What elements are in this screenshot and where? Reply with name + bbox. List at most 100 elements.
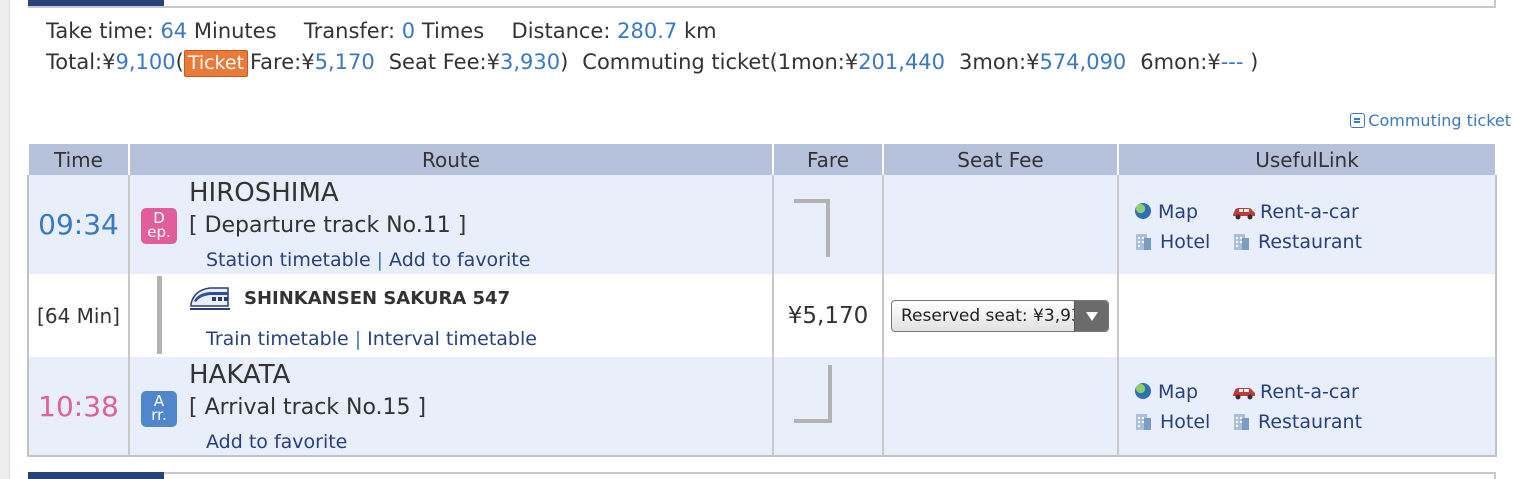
arrival-seat-cell [882, 357, 1118, 456]
commuting-label: Commuting ticket(1mon:¥ [582, 50, 859, 74]
departure-row: 09:34 Dep. HIROSHIMA [ Departure track N… [28, 175, 1496, 274]
departure-useful-links: Map Rent-a-car Hotel Restaurant [1117, 175, 1496, 274]
departure-route-cell: Dep. HIROSHIMA [ Departure track No.11 ]… [128, 175, 773, 274]
departure-links: Station timetable | Add to favorite [206, 249, 530, 271]
shinkansen-train-icon [190, 287, 230, 310]
arrival-station-name: HAKATA [189, 360, 291, 390]
close-paren: ) [560, 50, 569, 74]
route-table: Time Route Fare Seat Fee UsefulLink 09:3… [27, 142, 1497, 457]
seat-fee-value: 3,930 [499, 50, 561, 74]
next-route-frame [28, 472, 1496, 479]
six-month-label: 6mon:¥ [1140, 50, 1221, 74]
seat-fee-label: Seat Fee:¥ [388, 50, 500, 74]
three-month-value: 574,090 [1039, 50, 1127, 74]
route-tab-accent [28, 0, 164, 6]
train-route-cell: SHINKANSEN SAKURA 547 Train timetable | In… [128, 274, 773, 357]
ticket-badge: Ticket [183, 50, 249, 77]
train-section-row: [64 Min] SHINKANSEN SAKURA 547 Train tim… [28, 274, 1496, 357]
summary-line-1: Take time: 64 Minutes Transfer: 0 Times … [46, 16, 1486, 47]
three-month-label: 3mon:¥ [959, 50, 1040, 74]
header-fare: Fare [772, 142, 884, 175]
car-icon [1233, 388, 1255, 400]
distance-value: 280.7 [617, 19, 678, 43]
transfer-unit: Times [421, 19, 485, 43]
globe-icon [1135, 383, 1151, 399]
header-useful-link: UsefulLink [1117, 142, 1497, 175]
arrival-useful-links: Map Rent-a-car Hotel Restaurant [1117, 357, 1496, 456]
arrival-restaurant-link[interactable]: Restaurant [1233, 411, 1362, 433]
departure-rentacar-link[interactable]: Rent-a-car [1231, 201, 1359, 223]
fare-bracket-bottom [794, 365, 832, 423]
left-rail [0, 0, 10, 479]
arrival-icon: Arr. [141, 391, 177, 427]
building-icon [1136, 414, 1151, 430]
take-time-label: Take time: [46, 19, 154, 43]
commuting-ticket-link[interactable]: Commuting ticket [1350, 111, 1511, 130]
train-name: SHINKANSEN SAKURA 547 [244, 288, 511, 309]
train-timetable-link[interactable]: Train timetable [206, 328, 349, 350]
car-icon [1233, 208, 1255, 220]
route-tab-accent [28, 472, 164, 479]
seat-select-value: Reserved seat: ¥3,930 [901, 305, 1093, 326]
commuting-ticket-icon [1350, 113, 1366, 128]
arrival-row: 10:38 Arr. HAKATA [ Arrival track No.15 … [28, 357, 1496, 456]
building-icon [1234, 414, 1249, 430]
previous-route-frame [28, 0, 1496, 8]
distance-unit: km [683, 19, 717, 43]
arrival-rentacar-link[interactable]: Rent-a-car [1231, 381, 1359, 403]
commuting-ticket-label: Commuting ticket [1368, 111, 1511, 130]
link-separator: | [376, 249, 384, 271]
section-duration: [64 Min] [28, 274, 129, 357]
train-links: Train timetable | Interval timetable [206, 328, 537, 350]
one-month-value: 201,440 [858, 50, 946, 74]
header-seat-fee: Seat Fee [882, 142, 1119, 175]
seat-type-select[interactable]: Reserved seat: ¥3,930 [891, 299, 1109, 332]
departure-restaurant-link[interactable]: Restaurant [1233, 231, 1362, 253]
departure-map-link[interactable]: Map [1135, 201, 1198, 223]
chevron-down-icon[interactable] [1074, 300, 1108, 331]
total-value: 9,100 [115, 50, 176, 74]
section-useful-cell [1117, 274, 1496, 357]
departure-icon: Dep. [141, 208, 177, 244]
interval-timetable-link[interactable]: Interval timetable [367, 328, 537, 350]
arrival-route-cell: Arr. HAKATA [ Arrival track No.15 ] Add … [128, 357, 773, 456]
building-icon [1234, 234, 1249, 250]
header-route: Route [128, 142, 774, 175]
arrival-track: [ Arrival track No.15 ] [189, 395, 427, 420]
open-paren: ( [175, 50, 184, 74]
arrival-map-link[interactable]: Map [1135, 381, 1198, 403]
transfer-value: 0 [401, 19, 416, 43]
globe-icon [1135, 203, 1151, 219]
summary-line-2: Total:¥9,100(Ticket Fare:¥5,170 Seat Fee:¥… [46, 47, 1486, 78]
departure-station-name: HIROSHIMA [189, 178, 339, 208]
departure-add-favorite-link[interactable]: Add to favorite [389, 249, 530, 271]
six-month-value: --- [1220, 50, 1244, 74]
departure-seat-cell [882, 175, 1118, 274]
section-fare: ¥5,170 [772, 274, 883, 357]
take-time-unit: Minutes [193, 19, 277, 43]
station-timetable-link[interactable]: Station timetable [206, 249, 371, 271]
departure-hotel-link[interactable]: Hotel [1135, 231, 1210, 253]
take-time-value: 64 [160, 19, 188, 43]
transfer-label: Transfer: [303, 19, 396, 43]
fare-value: 5,170 [314, 50, 375, 74]
arrival-hotel-link[interactable]: Hotel [1135, 411, 1210, 433]
final-paren: ) [1250, 50, 1259, 74]
route-line-bar [157, 276, 162, 354]
building-icon [1136, 234, 1151, 250]
route-summary: Take time: 64 Minutes Transfer: 0 Times … [46, 16, 1486, 78]
departure-track: [ Departure track No.11 ] [189, 213, 467, 238]
departure-fare-cell [772, 175, 883, 274]
distance-label: Distance: [511, 19, 611, 43]
arrival-links: Add to favorite [206, 431, 347, 453]
arrival-time: 10:38 [28, 357, 129, 456]
fare-label: Fare:¥ [250, 50, 315, 74]
arrival-fare-cell [772, 357, 883, 456]
fare-bracket-top [794, 199, 830, 257]
link-separator: | [354, 328, 362, 350]
departure-time: 09:34 [28, 175, 129, 274]
section-seat-cell: Reserved seat: ¥3,930 [882, 274, 1118, 357]
table-header-row: Time Route Fare Seat Fee UsefulLink [27, 142, 1497, 175]
header-time: Time [27, 142, 130, 175]
arrival-add-favorite-link[interactable]: Add to favorite [206, 431, 347, 453]
